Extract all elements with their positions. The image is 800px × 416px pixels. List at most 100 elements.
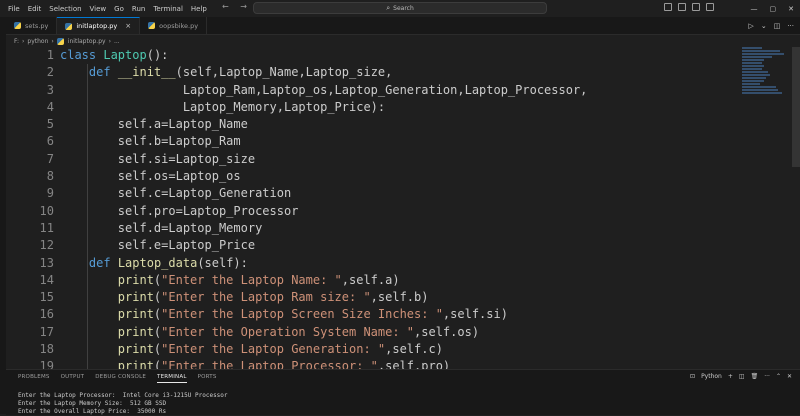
vertical-scrollbar[interactable] [792, 47, 800, 167]
string-token: "Enter the Laptop Screen Size Inches: " [161, 307, 443, 321]
function-name-token: __init__ [118, 65, 176, 79]
terminal-line: Enter the Overall Laptop Price: 35000 Rs [18, 408, 228, 416]
code-lines: class Laptop(): def __init__(self,Laptop… [60, 47, 740, 369]
add-terminal-icon[interactable]: + [728, 373, 733, 380]
layout-controls [664, 3, 720, 11]
code-line: self.e=Laptop_Price [60, 237, 740, 254]
terminal-shell-name[interactable]: Python [701, 373, 722, 380]
split-terminal-icon[interactable]: ◫ [739, 373, 745, 380]
tab-initlaptop-py[interactable]: initlaptop.py × [57, 17, 140, 34]
code-token: ,self.pro) [378, 359, 450, 369]
tab-terminal[interactable]: TERMINAL [157, 374, 187, 383]
menu-help[interactable]: Help [191, 5, 207, 13]
tab-oopsbike-py[interactable]: oopsbike.py [140, 17, 207, 34]
code-token: (self,Laptop_Name,Laptop_size, [176, 65, 393, 79]
menu-terminal[interactable]: Terminal [153, 5, 183, 13]
menu-file[interactable]: File [8, 5, 20, 13]
breadcrumb: F: › python › initlaptop.py › ... [14, 36, 120, 47]
function-call-token: print [118, 325, 154, 339]
split-editor-icon[interactable]: ◫ [774, 22, 781, 30]
tab-problems[interactable]: PROBLEMS [18, 374, 50, 383]
line-number: 14 [6, 272, 54, 289]
line-number: 5 [6, 116, 54, 133]
line-number: 8 [6, 168, 54, 185]
nav-arrows: ← → [222, 2, 256, 11]
code-line: print("Enter the Laptop Generation: ",se… [60, 341, 740, 358]
menu-run[interactable]: Run [132, 5, 145, 13]
toggle-sidebar-icon[interactable] [664, 3, 672, 11]
code-token: ,self.os) [414, 325, 479, 339]
code-line: self.b=Laptop_Ram [60, 133, 740, 150]
chevron-down-icon[interactable]: ⌄ [761, 22, 767, 30]
terminal-line: Enter the Laptop Memory Size: 512 GB SSD [18, 400, 228, 408]
run-icon[interactable]: ▷ [748, 22, 753, 30]
code-token: self.a=Laptop_Name [118, 117, 248, 131]
breadcrumb-folder[interactable]: python [27, 38, 48, 45]
code-token: Laptop_Memory,Laptop_Price): [183, 100, 385, 114]
code-token: self.os=Laptop_os [118, 169, 241, 183]
code-line: self.a=Laptop_Name [60, 116, 740, 133]
back-arrow-icon[interactable]: ← [222, 2, 229, 11]
line-number: 11 [6, 220, 54, 237]
search-placeholder: Search [393, 5, 414, 12]
code-token: self.si=Laptop_size [118, 152, 255, 166]
code-line: print("Enter the Laptop Ram size: ",self… [60, 289, 740, 306]
breadcrumb-more[interactable]: ... [114, 38, 120, 45]
function-call-token: print [118, 273, 154, 287]
code-line: self.c=Laptop_Generation [60, 185, 740, 202]
code-line: self.si=Laptop_size [60, 151, 740, 168]
minimap[interactable] [742, 47, 786, 107]
code-editor[interactable]: 1 2 3 4 5 6 7 8 9 10 11 12 13 14 15 16 1… [6, 47, 800, 369]
code-line: print("Enter the Laptop Name: ",self.a) [60, 272, 740, 289]
breadcrumb-file[interactable]: initlaptop.py [68, 38, 106, 45]
code-line: Laptop_Ram,Laptop_os,Laptop_Generation,L… [60, 82, 740, 99]
panel-tabs: PROBLEMS OUTPUT DEBUG CONSOLE TERMINAL P… [18, 374, 228, 383]
tab-label: sets.py [25, 22, 48, 30]
forward-arrow-icon[interactable]: → [240, 2, 247, 11]
function-call-token: print [118, 307, 154, 321]
tab-ports[interactable]: PORTS [198, 374, 217, 383]
code-line: def __init__(self,Laptop_Name,Laptop_siz… [60, 64, 740, 81]
class-name-token: Laptop [103, 48, 146, 62]
code-token: ,self.si) [443, 307, 508, 321]
menu-edit[interactable]: Edit [28, 5, 42, 13]
line-number-gutter: 1 2 3 4 5 6 7 8 9 10 11 12 13 14 15 16 1… [6, 47, 54, 369]
breadcrumb-drive[interactable]: F: [14, 38, 19, 45]
window-controls: — ▢ ✕ [745, 0, 800, 17]
maximize-panel-icon[interactable]: ⌃ [776, 373, 781, 380]
menu-view[interactable]: View [90, 5, 107, 13]
trash-icon[interactable]: 🗑 [751, 373, 759, 380]
line-number: 13 [6, 255, 54, 272]
menu-selection[interactable]: Selection [49, 5, 81, 13]
close-tab-icon[interactable]: × [125, 22, 131, 30]
close-panel-icon[interactable]: ✕ [787, 373, 792, 380]
tab-debug-console[interactable]: DEBUG CONSOLE [95, 374, 146, 383]
code-line: def Laptop_data(self): [60, 255, 740, 272]
chevron-right-icon: › [51, 38, 53, 45]
toggle-secondary-sidebar-icon[interactable] [692, 3, 700, 11]
toggle-panel-icon[interactable] [678, 3, 686, 11]
tab-output[interactable]: OUTPUT [61, 374, 85, 383]
menu-go[interactable]: Go [114, 5, 124, 13]
customize-layout-icon[interactable] [706, 3, 714, 11]
more-actions-icon[interactable]: ··· [787, 22, 794, 30]
line-number: 2 [6, 64, 54, 81]
string-token: "Enter the Laptop Ram size: " [161, 290, 371, 304]
command-center-search[interactable]: ⌕ Search [253, 2, 547, 14]
python-file-icon [57, 38, 64, 45]
python-file-icon [65, 23, 72, 30]
line-number: 15 [6, 289, 54, 306]
menu-bar: File Edit Selection View Go Run Terminal… [4, 5, 211, 13]
maximize-icon[interactable]: ▢ [770, 5, 777, 13]
minimize-icon[interactable]: — [751, 5, 758, 13]
line-number: 4 [6, 99, 54, 116]
close-window-icon[interactable]: ✕ [788, 5, 794, 13]
keyword-token: def [89, 65, 111, 79]
string-token: "Enter the Laptop Generation: " [161, 342, 385, 356]
tab-sets-py[interactable]: sets.py [6, 17, 57, 34]
code-line: self.d=Laptop_Memory [60, 220, 740, 237]
tab-label: oopsbike.py [159, 22, 198, 30]
more-actions-icon[interactable]: ··· [764, 373, 770, 380]
keyword-token: def [89, 256, 111, 270]
terminal-output[interactable]: Enter the Laptop Processor: Intel Core i… [18, 392, 228, 416]
